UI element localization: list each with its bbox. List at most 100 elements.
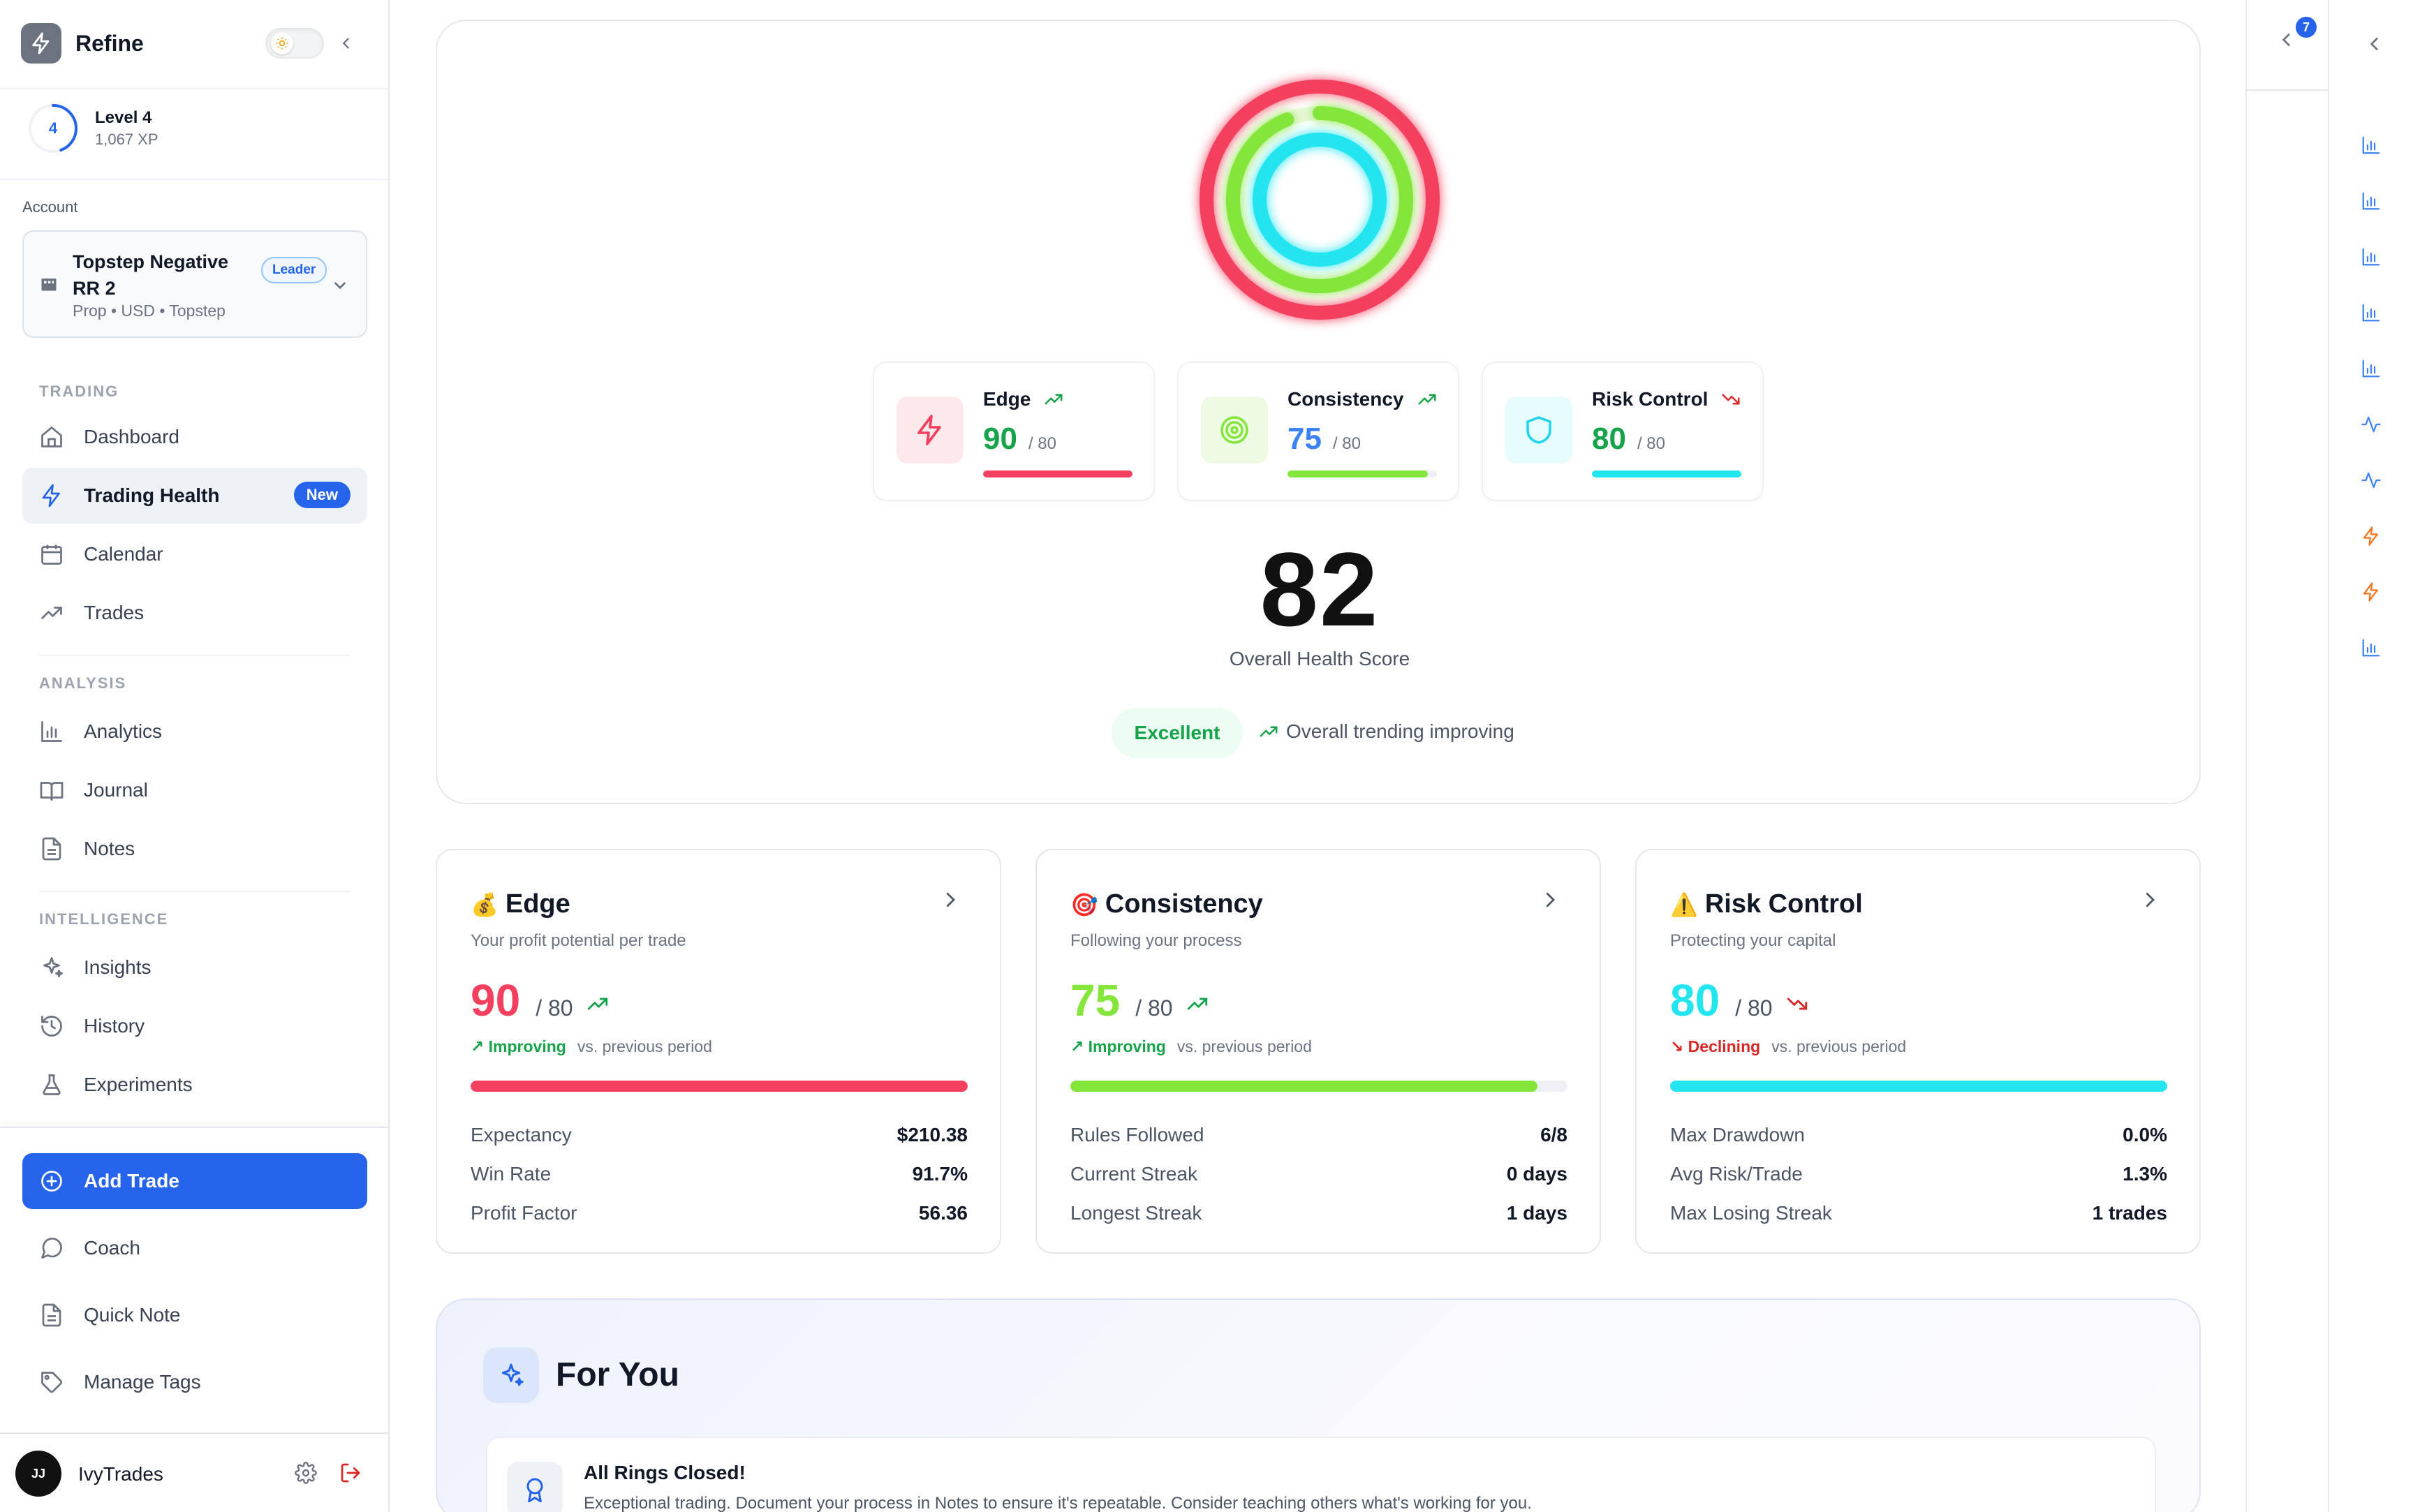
sidebar: Refine 4 Level 4 1,067 XP Account Topste… (0, 0, 390, 1512)
right-panel-collapsed (2245, 0, 2329, 1512)
bar-chart-icon[interactable] (2359, 635, 2384, 660)
sidebar-item-trading-health[interactable]: Trading Health New (22, 468, 367, 524)
stat-value: 91.7% (912, 1163, 968, 1185)
sidebar-item-manage-tags[interactable]: Manage Tags (22, 1354, 367, 1410)
sparkles-icon (483, 1347, 539, 1403)
sidebar-item-dashboard[interactable]: Dashboard (22, 409, 367, 465)
stat-row: Max Drawdown 0.0% (1670, 1116, 2167, 1155)
metric-edge[interactable]: Edge 90 / 80 (873, 362, 1155, 501)
sidebar-item-label: Trades (84, 602, 145, 623)
bar-chart-icon[interactable] (2359, 133, 2384, 158)
chevron-right-icon[interactable] (940, 889, 961, 910)
activity-icon[interactable] (2359, 468, 2384, 493)
card-stats: Max Drawdown 0.0% Avg Risk/Trade 1.3% Max … (1670, 1116, 2167, 1233)
sidebar-item-analytics[interactable]: Analytics (22, 704, 367, 759)
card-subtitle: Your profit potential per trade (471, 931, 686, 950)
brand[interactable]: Refine (21, 22, 144, 64)
zap-icon (38, 482, 66, 510)
bar-chart-icon[interactable] (2359, 300, 2384, 325)
trending-up-icon (1418, 394, 1436, 405)
metric-max: / 80 (1028, 434, 1056, 453)
account-caption: Account (22, 198, 78, 216)
card-period: vs. previous period (1771, 1037, 1907, 1055)
stat-row: Rules Followed 6/8 (1070, 1116, 1567, 1155)
leader-badge: Leader (261, 257, 327, 283)
chevron-right-icon[interactable] (2139, 889, 2160, 910)
sun-icon (271, 32, 293, 54)
overall-trend: Overall trending improving (1258, 720, 1514, 743)
edge-card[interactable]: 💰 Edge Your profit potential per trade 90… (436, 849, 1001, 1254)
metric-risk-control[interactable]: Risk Control 80 / 80 (1482, 362, 1764, 501)
trending-up-icon (1045, 394, 1063, 405)
sidebar-item-coach[interactable]: Coach (22, 1220, 367, 1276)
stat-value: 1.3% (2123, 1163, 2167, 1185)
sidebar-item-notes[interactable]: Notes (22, 821, 367, 877)
bar-chart-icon[interactable] (2359, 244, 2384, 269)
consistency-card[interactable]: 🎯 Consistency Following your process 75 / … (1035, 849, 1601, 1254)
stat-value: 56.36 (918, 1202, 968, 1224)
recommendation-card[interactable]: All Rings Closed! Exceptional trading. D… (486, 1437, 2156, 1512)
account-selector[interactable]: Topstep Negative RR 2 Prop • USD • Topst… (22, 230, 367, 338)
overall-score: 82 (1260, 531, 1380, 648)
recommendation-title: All Rings Closed! (584, 1462, 746, 1483)
expand-widgets-button[interactable] (2366, 35, 2384, 53)
stat-label: Max Drawdown (1670, 1124, 1805, 1146)
add-trade-button[interactable]: Add Trade (22, 1153, 367, 1209)
divider (39, 891, 350, 892)
expand-panel-button[interactable] (2278, 31, 2296, 49)
stat-label: Avg Risk/Trade (1670, 1163, 1803, 1185)
chevron-left-icon (342, 38, 349, 49)
tag-icon (38, 1368, 66, 1396)
level-progress-ring: 4 (27, 102, 80, 155)
stat-row: Avg Risk/Trade 1.3% (1670, 1155, 2167, 1194)
award-icon (507, 1462, 563, 1512)
zap-icon[interactable] (2359, 524, 2384, 549)
activity-icon[interactable] (2359, 412, 2384, 437)
sparkles-icon (38, 954, 66, 981)
sidebar-item-label: History (84, 1015, 145, 1037)
card-progress (471, 1081, 968, 1092)
brand-name: Refine (75, 30, 144, 56)
sidebar-item-quick-note[interactable]: Quick Note (22, 1287, 367, 1343)
sidebar-item-trades[interactable]: Trades (22, 585, 367, 641)
sidebar-item-calendar[interactable]: Calendar (22, 526, 367, 582)
collapse-sidebar-button[interactable] (334, 31, 359, 56)
stat-row: Expectancy $210.38 (471, 1116, 968, 1155)
chevron-right-icon[interactable] (1540, 889, 1560, 910)
risk-control-card[interactable]: ⚠️ Risk Control Protecting your capital 8… (1635, 849, 2201, 1254)
user-row: JJ IvyTrades (0, 1432, 388, 1512)
divider (2247, 89, 2329, 91)
add-trade-label: Add Trade (84, 1170, 179, 1192)
stat-value: 6/8 (1540, 1124, 1567, 1146)
status-badge: Excellent (1112, 708, 1243, 758)
flask-icon (38, 1071, 66, 1099)
nav-group-intelligence: INTELLIGENCE (39, 910, 169, 928)
theme-toggle[interactable] (265, 28, 324, 59)
stat-row: Profit Factor 56.36 (471, 1194, 968, 1233)
metric-consistency[interactable]: Consistency 75 / 80 (1177, 362, 1459, 501)
gear-icon[interactable] (295, 1462, 317, 1484)
sidebar-item-history[interactable]: History (22, 998, 367, 1054)
avatar[interactable]: JJ (15, 1451, 61, 1497)
stat-row: Current Streak 0 days (1070, 1155, 1567, 1194)
stat-row: Win Rate 91.7% (471, 1155, 968, 1194)
sidebar-item-label: Coach (84, 1237, 140, 1259)
zap-icon[interactable] (2359, 579, 2384, 605)
card-stats: Rules Followed 6/8 Current Streak 0 days L… (1070, 1116, 1567, 1233)
trending-up-icon (38, 599, 66, 627)
zap-icon (896, 396, 964, 464)
level-title: Level 4 (95, 108, 152, 127)
bar-chart-icon[interactable] (2359, 356, 2384, 381)
sidebar-item-insights[interactable]: Insights (22, 940, 367, 995)
sidebar-item-journal[interactable]: Journal (22, 762, 367, 818)
sidebar-item-experiments[interactable]: Experiments (22, 1057, 367, 1113)
stat-value: 0.0% (2123, 1124, 2167, 1146)
logout-icon[interactable] (339, 1462, 362, 1484)
level-indicator[interactable]: 4 Level 4 1,067 XP (27, 102, 158, 155)
calendar-icon (38, 540, 66, 568)
divider (0, 88, 388, 89)
overall-score-label: Overall Health Score (1229, 648, 1410, 669)
bar-chart-icon[interactable] (2359, 188, 2384, 214)
health-rings (1200, 80, 1440, 320)
metric-value: 80 (1592, 422, 1626, 456)
